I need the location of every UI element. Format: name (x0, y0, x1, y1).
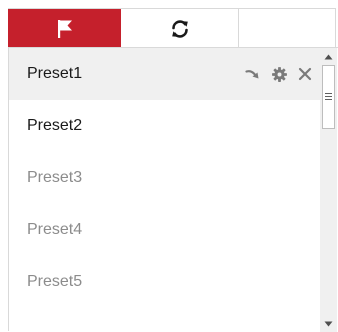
arrow-up-icon (324, 54, 333, 59)
call-preset-icon (245, 70, 259, 79)
preset-row-actions (238, 48, 316, 100)
tab-patrol[interactable] (121, 9, 239, 48)
preset-row[interactable]: Preset2 (9, 100, 320, 152)
vertical-scrollbar[interactable] (320, 48, 337, 332)
preset-label: Preset3 (27, 169, 83, 186)
settings-icon (271, 66, 287, 82)
scroll-up-button[interactable] (320, 48, 337, 65)
preset-row[interactable]: Preset3 (9, 152, 320, 204)
delete-preset-button[interactable] (294, 63, 316, 85)
scroll-down-button[interactable] (320, 315, 337, 332)
refresh-icon (171, 19, 188, 38)
preset-label: Preset2 (27, 117, 83, 134)
preset-settings-button[interactable] (268, 63, 290, 85)
grip-icon (322, 65, 335, 129)
flag-icon (57, 19, 72, 38)
preset-list-container: Preset1 Preset2 Preset3 Preset4 Preset5 (8, 47, 338, 332)
delete-icon (298, 67, 312, 81)
tab-bar (8, 8, 336, 48)
preset-row[interactable]: Preset4 (9, 204, 320, 256)
arrow-down-icon (324, 321, 333, 326)
preset-list: Preset1 Preset2 Preset3 Preset4 Preset5 (9, 48, 320, 332)
scroll-thumb[interactable] (322, 65, 335, 129)
call-preset-button[interactable] (242, 63, 264, 85)
ptz-preset-panel: Preset1 Preset2 Preset3 Preset4 Preset5 (0, 0, 338, 332)
tab-preset[interactable] (8, 9, 121, 48)
preset-label: Preset5 (27, 273, 83, 290)
preset-label: Preset1 (27, 65, 83, 82)
preset-label: Preset4 (27, 221, 83, 238)
preset-row[interactable]: Preset1 (9, 48, 320, 100)
preset-row[interactable]: Preset5 (9, 256, 320, 308)
